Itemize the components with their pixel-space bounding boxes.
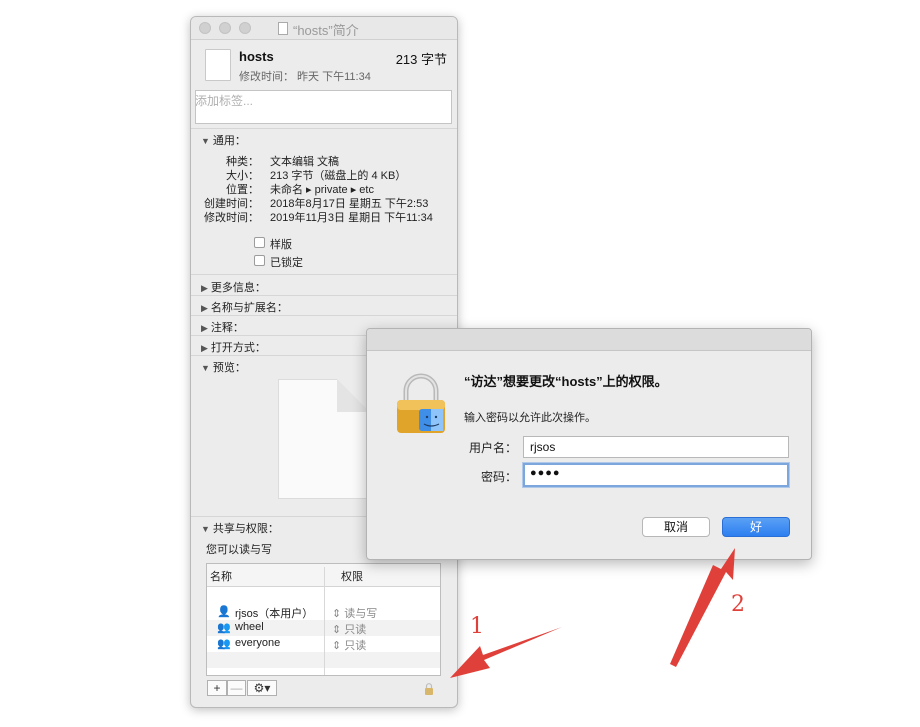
- annotation-arrows: [450, 548, 735, 678]
- arrow-2: [670, 548, 735, 667]
- annotation-label-1: 1: [470, 614, 484, 639]
- annotation-label-2: 2: [731, 592, 745, 617]
- arrow-1: [450, 627, 562, 678]
